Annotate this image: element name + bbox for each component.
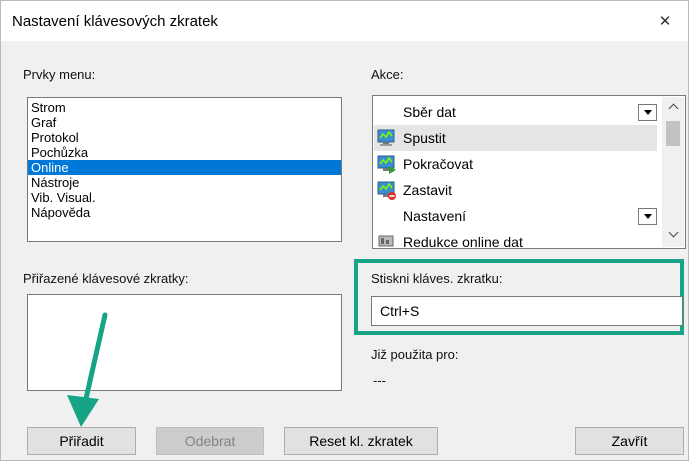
annotation-arrow-icon	[67, 312, 108, 427]
data-reduction-icon	[378, 235, 394, 247]
scroll-down-button[interactable]	[662, 225, 684, 243]
already-used-label: Již použita pro:	[371, 347, 459, 362]
sber-dat-dropdown[interactable]	[638, 104, 657, 121]
dialog-title: Nastavení klávesových zkratek	[12, 13, 218, 30]
menu-item-vib-visual[interactable]: Vib. Visual.	[28, 190, 341, 205]
action-label: Redukce online dat	[403, 234, 523, 249]
menu-item-napoveda[interactable]: Nápověda	[28, 205, 341, 220]
action-label: Spustit	[403, 130, 446, 146]
remove-button[interactable]: Odebrat	[156, 427, 264, 455]
action-row-zastavit[interactable]: Zastavit	[374, 177, 657, 203]
menu-item-graf[interactable]: Graf	[28, 115, 341, 130]
menu-items-label: Prvky menu:	[23, 67, 96, 82]
dropdown-arrow-icon	[643, 214, 652, 219]
menu-item-nastroje[interactable]: Nástroje	[28, 175, 341, 190]
shortcut-settings-dialog: Nastavení klávesových zkratek ✕ Prvky me…	[0, 0, 689, 461]
close-button[interactable]: Zavřít	[575, 427, 684, 455]
title-bar: Nastavení klávesových zkratek ✕	[1, 1, 688, 41]
action-row-spustit[interactable]: Spustit	[374, 125, 657, 151]
close-icon: ✕	[658, 13, 672, 30]
chevron-down-icon	[668, 227, 678, 237]
shortcut-input[interactable]: Ctrl+S	[371, 296, 683, 326]
nastaveni-dropdown[interactable]	[638, 208, 657, 225]
action-label: Nastavení	[403, 208, 467, 224]
start-monitor-icon	[377, 129, 395, 146]
assigned-shortcuts-label: Přiřazené klávesové zkratky:	[23, 271, 189, 286]
reset-shortcuts-button[interactable]: Reset kl. zkratek	[284, 427, 438, 455]
action-label: Pokračovat	[403, 156, 474, 172]
stop-monitor-icon	[377, 181, 396, 200]
scroll-up-button[interactable]	[662, 97, 684, 115]
action-label: Zastavit	[403, 182, 453, 198]
scroll-thumb[interactable]	[666, 121, 680, 146]
actions-list[interactable]: Sběr dat Spustit Pokračovat Zastavit Nas…	[372, 95, 686, 249]
action-row-sber-dat[interactable]: Sběr dat	[374, 99, 657, 125]
menu-item-online[interactable]: Online	[28, 160, 341, 175]
menu-items-list[interactable]: Strom Graf Protokol Pochůzka Online Nást…	[27, 97, 342, 242]
action-row-redukce[interactable]: Redukce online dat	[374, 229, 657, 249]
dropdown-arrow-icon	[643, 110, 652, 115]
assign-button[interactable]: Přiřadit	[27, 427, 136, 455]
action-row-nastaveni[interactable]: Nastavení	[374, 203, 657, 229]
menu-item-strom[interactable]: Strom	[28, 100, 341, 115]
chevron-up-icon	[668, 103, 678, 113]
menu-item-pochuzka[interactable]: Pochůzka	[28, 145, 341, 160]
press-shortcut-label: Stiskni kláves. zkratku:	[371, 271, 503, 286]
action-row-pokracovat[interactable]: Pokračovat	[374, 151, 657, 177]
already-used-value: ---	[373, 373, 386, 388]
actions-scrollbar[interactable]	[662, 97, 684, 247]
menu-item-protokol[interactable]: Protokol	[28, 130, 341, 145]
actions-label: Akce:	[371, 67, 404, 82]
close-window-button[interactable]: ✕	[642, 1, 688, 41]
continue-monitor-icon	[377, 155, 396, 174]
action-label: Sběr dat	[403, 104, 456, 120]
